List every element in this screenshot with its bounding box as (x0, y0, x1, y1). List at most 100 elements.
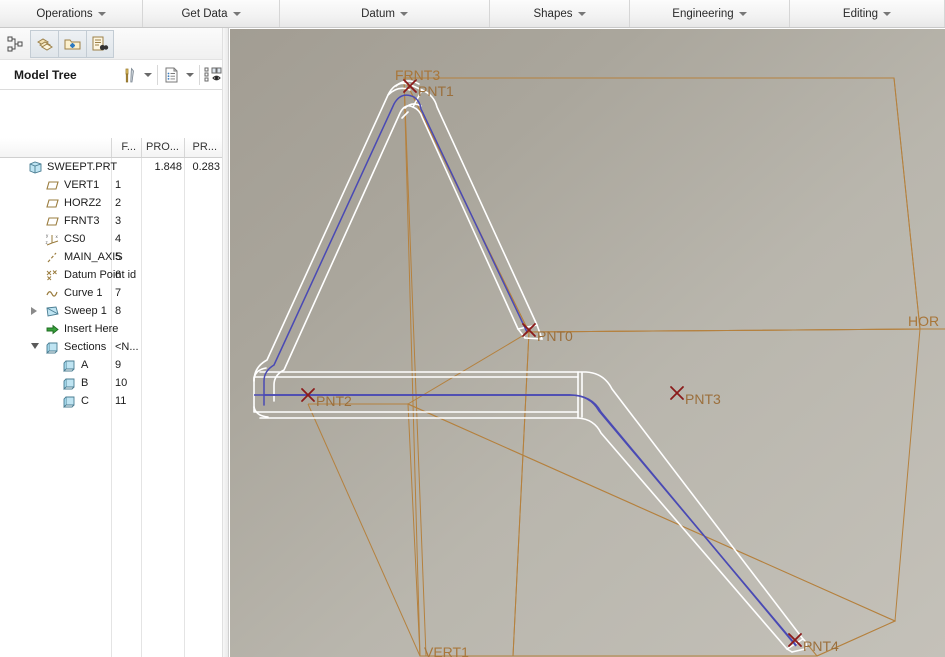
tree-row-label: HORZ2 (64, 197, 102, 209)
tree-row-label: Sweep 1 (64, 305, 107, 317)
tree-row-feature-number: 9 (115, 359, 122, 371)
tree-body: SWEEPT.PRT 1.848 0.283 VERT1 1 HORZ2 2 FRNT3 3 y z… (0, 158, 229, 657)
ribbon-tab-label: Engineering (672, 7, 734, 20)
chevron-down-icon[interactable] (738, 11, 747, 16)
svg-text:y: y (46, 233, 49, 238)
datum-plane-icon (45, 178, 60, 193)
tools-dropdown-arrow[interactable] (141, 63, 154, 87)
chevron-down-icon[interactable] (399, 11, 408, 16)
section-icon (62, 358, 77, 373)
datum-label-vert1: VERT1 (424, 644, 469, 657)
tree-row-sweept-prt[interactable]: SWEEPT.PRT 1.848 0.283 (0, 158, 229, 176)
ribbon-tab-shapes[interactable]: Shapes (490, 0, 630, 27)
tree-row-feature-number: 7 (115, 287, 122, 299)
ribbon-tab-operations[interactable]: Operations (0, 0, 143, 27)
tree-row-feature-number: 10 (115, 377, 128, 389)
chevron-down-icon[interactable] (577, 11, 586, 16)
tree-row-sections[interactable]: Sections <N... (0, 338, 229, 356)
curve-icon (45, 286, 60, 301)
tree-column-header-pro2[interactable]: PR... (184, 138, 222, 157)
tree-row-label: VERT1 (64, 179, 100, 191)
insert-here-icon (45, 322, 60, 337)
section-icon (62, 376, 77, 391)
datum-plane-frnt3 (403, 77, 530, 657)
tree-row-feature-number: 3 (115, 215, 122, 227)
toolbar-separator (157, 64, 158, 85)
ribbon-tab-editing[interactable]: Editing (790, 0, 945, 27)
tree-row-label: CS0 (64, 233, 86, 245)
chevron-down-icon[interactable] (31, 343, 39, 349)
viewport-labels: PNT1 PNT0 PNT2 PNT3 PNT4 FRNT3 HOR VERT1 (316, 67, 939, 657)
tree-row-frnt3[interactable]: FRNT3 3 (0, 212, 229, 230)
model-tree-panel: Model Tree F... PRO... PR... SWEEPT.PRT … (0, 28, 229, 657)
datum-plane-icon (45, 196, 60, 211)
point-label-pnt2: PNT2 (316, 393, 352, 409)
tree-row-label: Insert Here (64, 323, 119, 335)
chevron-right-icon[interactable] (31, 307, 37, 315)
tree-row-feature-number: 5 (115, 251, 122, 263)
tree-row-label: Datum Point id (64, 269, 137, 281)
ribbon-tab-label: Operations (36, 7, 93, 20)
part-icon (28, 160, 43, 175)
tree-row-cs0[interactable]: y z x CS0 4 (0, 230, 229, 248)
tree-row-a[interactable]: A9 (0, 356, 229, 374)
model-tree-header-tools (119, 63, 229, 87)
ribbon-tab-engineering[interactable]: Engineering (630, 0, 790, 27)
tree-row-pro1-value: 1.848 (154, 161, 182, 173)
point-marker-pnt3[interactable] (670, 386, 684, 400)
tree-row-vert1[interactable]: VERT1 1 (0, 176, 229, 194)
model-tree-icon[interactable] (2, 30, 30, 58)
point-label-pnt1: PNT1 (418, 83, 454, 99)
tree-columns-icon[interactable] (161, 63, 183, 87)
tree-row-curve-1[interactable]: Curve 1 7 (0, 284, 229, 302)
ribbon-tab-label: Get Data (181, 7, 228, 20)
tree-row-feature-number: 6 (115, 269, 122, 281)
tree-row-feature-number: 11 (115, 395, 127, 407)
tree-row-pro2-value: 0.283 (192, 161, 220, 173)
tree-row-label: Curve 1 (64, 287, 103, 299)
chevron-down-icon[interactable] (883, 11, 892, 16)
folder-browser-icon[interactable] (58, 29, 86, 58)
ribbon-tab-label: Editing (842, 7, 879, 20)
ribbon-tab-get-data[interactable]: Get Data (143, 0, 280, 27)
page-title: Model Tree (14, 67, 77, 82)
svg-text:x: x (56, 234, 59, 239)
layers-icon[interactable] (30, 29, 58, 58)
tree-row-sweep-1[interactable]: Sweep 1 8 (0, 302, 229, 320)
ribbon-tab-label: Datum (361, 7, 395, 20)
settings-tools-icon[interactable] (119, 63, 141, 87)
tree-row-label: Sections (64, 341, 107, 353)
panel-toolbar (0, 28, 229, 60)
datum-axis-icon (45, 250, 60, 265)
columns-dropdown-arrow[interactable] (183, 63, 196, 87)
tree-row-feature-number: 1 (115, 179, 122, 191)
tree-row-label: A (81, 359, 89, 371)
tree-row-feature-number: 2 (115, 197, 122, 209)
tree-row-label: B (81, 377, 89, 389)
point-label-pnt0: PNT0 (537, 328, 573, 344)
section-icon (62, 394, 77, 409)
toolbar-separator-2 (199, 64, 200, 85)
ribbon-tab-datum[interactable]: Datum (280, 0, 490, 27)
tree-column-header-pro1[interactable]: PRO... (141, 138, 184, 157)
tree-row-feature-number: 8 (115, 305, 122, 317)
tree-row-label: C (81, 395, 89, 407)
chevron-down-icon[interactable] (232, 11, 241, 16)
model-tree-header: Model Tree (0, 60, 229, 90)
search-document-icon[interactable] (86, 29, 114, 58)
tree-row-horz2[interactable]: HORZ2 2 (0, 194, 229, 212)
datum-label-frnt3: FRNT3 (395, 67, 440, 83)
chevron-down-icon[interactable] (97, 11, 106, 16)
tree-column-header-feat[interactable]: F... (111, 138, 141, 157)
section-group-icon (45, 340, 60, 355)
tree-row-b[interactable]: B 10 (0, 374, 229, 392)
graphics-viewport[interactable]: PNT1 PNT0 PNT2 PNT3 PNT4 FRNT3 HOR VERT1 (230, 29, 945, 657)
swept-solid-edges (253, 80, 807, 653)
tree-row-datum-point-id[interactable]: Datum Point id 6 (0, 266, 229, 284)
tree-row-c[interactable]: C 11 (0, 392, 229, 410)
datum-plane-icon (45, 214, 60, 229)
tree-row-label: MAIN_AXIS (64, 251, 123, 263)
tree-row-insert-here[interactable]: Insert Here (0, 320, 229, 338)
tree-row-main-axis[interactable]: MAIN_AXIS 5 (0, 248, 229, 266)
panel-resize-handle[interactable] (222, 28, 229, 657)
